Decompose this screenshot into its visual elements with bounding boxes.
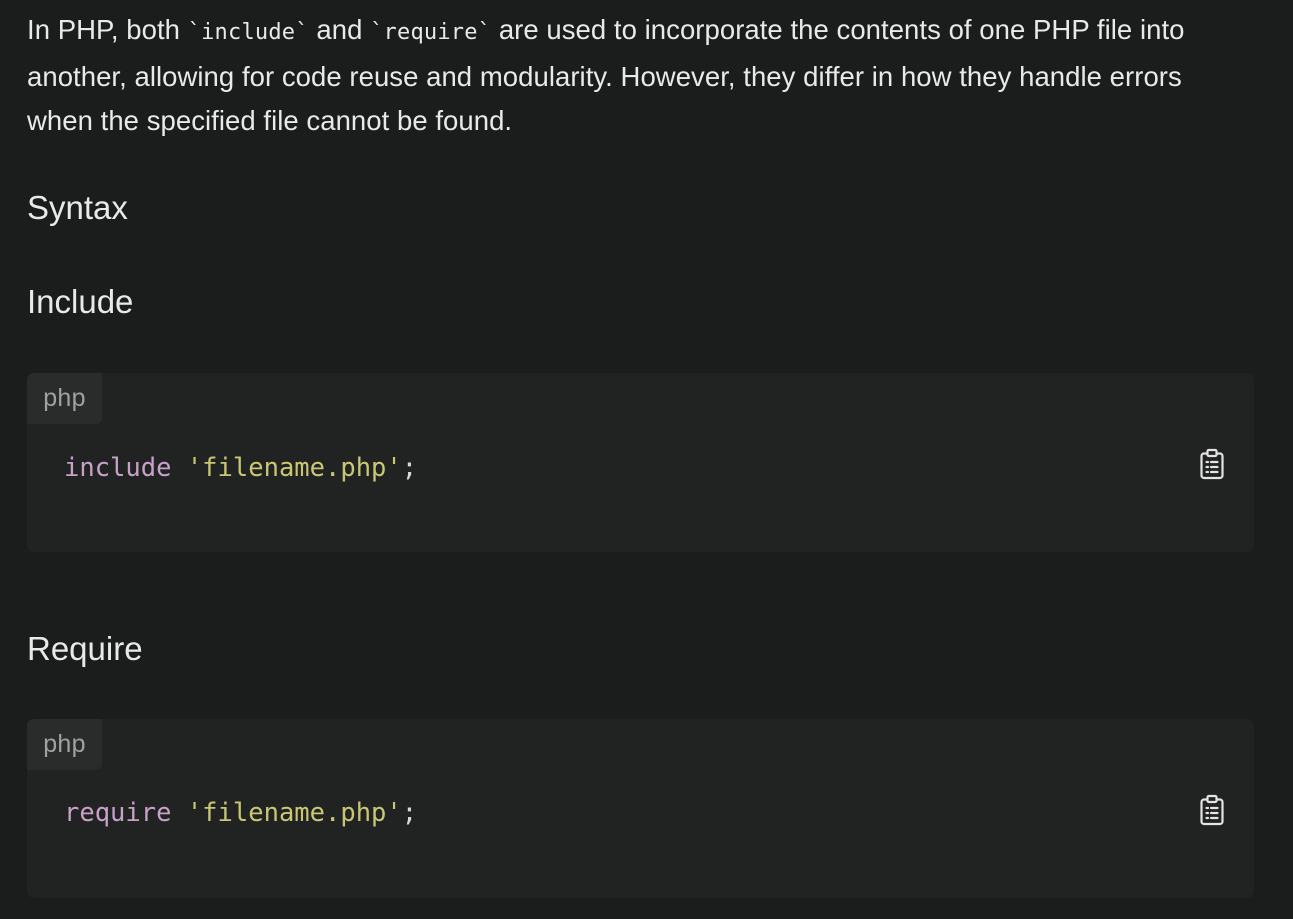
intro-text-2: and <box>308 14 371 45</box>
clipboard-icon <box>1199 794 1225 826</box>
copy-code-button[interactable] <box>1199 448 1225 480</box>
code-block-include: php include 'filename.php'; <box>27 373 1254 552</box>
inline-code-include: `include` <box>187 20 309 45</box>
message-content: In PHP, both `include` and `require` are… <box>0 0 1293 898</box>
code-line: require 'filename.php'; <box>64 796 417 830</box>
code-block-require: php require 'filename.php'; <box>27 719 1254 898</box>
copy-code-button[interactable] <box>1199 794 1225 826</box>
code-keyword: require <box>64 798 172 828</box>
intro-text-1: In PHP, both <box>27 14 188 45</box>
code-line: include 'filename.php'; <box>64 451 417 485</box>
code-keyword: include <box>64 453 172 483</box>
heading-syntax: Syntax <box>27 189 128 226</box>
code-terminator: ; <box>401 453 418 483</box>
clipboard-icon <box>1199 448 1225 480</box>
code-language-label: php <box>27 373 102 424</box>
code-string: 'filename.php' <box>186 453 402 483</box>
heading-require: Require <box>27 630 143 667</box>
heading-include: Include <box>27 283 134 320</box>
inline-code-require: `require` <box>370 20 492 45</box>
code-string: 'filename.php' <box>186 798 402 828</box>
code-terminator: ; <box>401 798 418 828</box>
intro-paragraph: In PHP, both `include` and `require` are… <box>27 0 1254 143</box>
code-language-label: php <box>27 719 102 770</box>
